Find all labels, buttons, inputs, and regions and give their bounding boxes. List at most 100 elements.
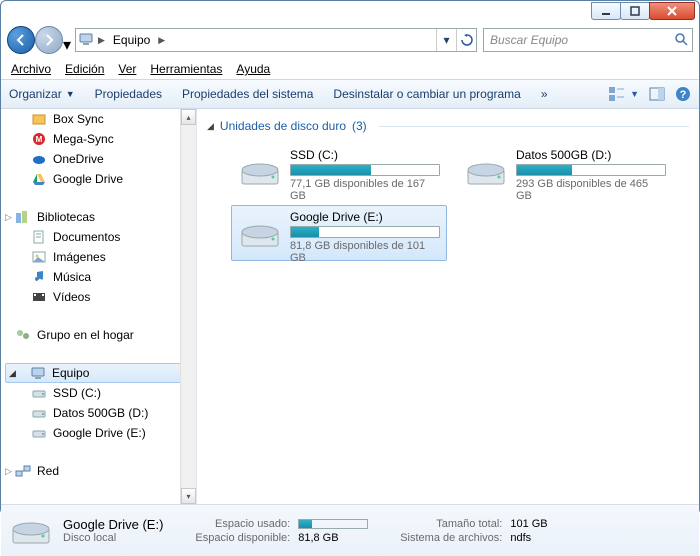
organize-button[interactable]: Organizar ▼ — [9, 87, 75, 101]
drive-icon — [31, 425, 47, 441]
drive-name: SSD (C:) — [290, 148, 440, 162]
drive-subtitle: 293 GB disponibles de 465 GB — [516, 178, 666, 202]
chevron-right-icon[interactable]: ▶ — [156, 35, 167, 46]
free-label: Espacio disponible: — [195, 532, 290, 544]
details-title: Google Drive (E:) — [63, 517, 163, 532]
details-title-block: Google Drive (E:) Disco local — [63, 517, 163, 544]
close-button[interactable] — [649, 2, 695, 20]
total-value: 101 GB — [510, 518, 547, 530]
gdrive-icon — [31, 171, 47, 187]
computer-icon — [30, 365, 46, 381]
sidebar-item-gdrive[interactable]: Google Drive — [1, 169, 196, 189]
window-titlebar — [1, 1, 699, 21]
expand-icon[interactable]: ◢ — [9, 368, 16, 379]
svg-text:M: M — [36, 135, 43, 144]
hdd-icon — [238, 148, 282, 192]
navigation-pane: Box Sync MMega-Sync OneDrive Google Driv… — [1, 109, 197, 504]
address-bar[interactable]: ▶ Equipo ▶ ▾ — [75, 28, 477, 52]
hdd-icon — [11, 511, 51, 551]
system-properties-button[interactable]: Propiedades del sistema — [182, 87, 313, 101]
minimize-button[interactable] — [591, 2, 621, 20]
history-dropdown-icon[interactable]: ▾ — [63, 35, 73, 55]
group-header[interactable]: ◢ Unidades de disco duro (3) — [205, 115, 691, 137]
box-icon — [31, 111, 47, 127]
collapse-icon[interactable]: ▷ — [5, 212, 12, 223]
free-value: 81,8 GB — [298, 532, 368, 544]
menu-bar: Archivo Edición Ver Herramientas Ayuda — [1, 59, 699, 79]
drive-list: SSD (C:) 77,1 GB disponibles de 167 GB D… — [205, 137, 691, 263]
network-icon — [15, 463, 31, 479]
refresh-button[interactable] — [456, 29, 476, 51]
address-dropdown-icon[interactable]: ▾ — [436, 29, 456, 51]
help-button[interactable]: ? — [675, 86, 691, 102]
search-placeholder: Buscar Equipo — [488, 33, 674, 47]
forward-button[interactable] — [35, 26, 63, 54]
computer-icon — [76, 32, 96, 49]
drive-item-d[interactable]: Datos 500GB (D:) 293 GB disponibles de 4… — [457, 143, 673, 199]
drive-name: Datos 500GB (D:) — [516, 148, 666, 162]
sidebar-item-drive-e[interactable]: Google Drive (E:) — [1, 423, 196, 443]
collapse-group-icon[interactable]: ◢ — [207, 121, 214, 132]
mega-icon: M — [31, 131, 47, 147]
search-box[interactable]: Buscar Equipo — [483, 28, 693, 52]
sidebar-header-libraries[interactable]: ▷Bibliotecas — [1, 207, 196, 227]
sidebar-header-homegroup[interactable]: Grupo en el hogar — [1, 325, 196, 345]
scroll-up-button[interactable]: ▴ — [181, 109, 196, 125]
drive-item-c[interactable]: SSD (C:) 77,1 GB disponibles de 167 GB — [231, 143, 447, 199]
videos-icon — [31, 289, 47, 305]
menu-edit[interactable]: Edición — [65, 62, 104, 76]
sidebar-item-drive-d[interactable]: Datos 500GB (D:) — [1, 403, 196, 423]
menu-tools[interactable]: Herramientas — [150, 62, 222, 76]
sidebar-item-documents[interactable]: Documentos — [1, 227, 196, 247]
preview-pane-button[interactable] — [649, 87, 665, 101]
drive-subtitle: 81,8 GB disponibles de 101 GB — [290, 240, 440, 264]
hdd-icon — [238, 210, 282, 254]
fs-label: Sistema de archivos: — [400, 532, 502, 544]
sidebar-item-music[interactable]: Música — [1, 267, 196, 287]
total-label: Tamaño total: — [400, 518, 502, 530]
hdd-icon — [464, 148, 508, 192]
content-pane: ◢ Unidades de disco duro (3) SSD (C:) 77… — [197, 109, 699, 504]
drive-item-e[interactable]: Google Drive (E:) 81,8 GB disponibles de… — [231, 205, 447, 261]
homegroup-icon — [15, 327, 31, 343]
sidebar-scrollbar[interactable]: ▴ ▾ — [180, 109, 196, 504]
sidebar-item-boxsync[interactable]: Box Sync — [1, 109, 196, 129]
sidebar-item-videos[interactable]: Vídeos — [1, 287, 196, 307]
menu-view[interactable]: Ver — [118, 62, 136, 76]
sidebar-item-onedrive[interactable]: OneDrive — [1, 149, 196, 169]
libraries-icon — [15, 209, 31, 225]
menu-file[interactable]: Archivo — [11, 62, 51, 76]
onedrive-icon — [31, 151, 47, 167]
sidebar-item-drive-c[interactable]: SSD (C:) — [1, 383, 196, 403]
collapse-icon[interactable]: ▷ — [5, 466, 12, 477]
properties-button[interactable]: Propiedades — [95, 87, 162, 101]
sidebar-header-computer[interactable]: ◢Equipo — [5, 363, 192, 383]
overflow-button[interactable]: » — [541, 87, 548, 101]
svg-text:?: ? — [680, 89, 687, 101]
uninstall-button[interactable]: Desinstalar o cambiar un programa — [333, 87, 520, 101]
capacity-bar — [290, 226, 440, 238]
drive-icon — [31, 405, 47, 421]
command-bar: Organizar ▼ Propiedades Propiedades del … — [1, 79, 699, 109]
drive-name: Google Drive (E:) — [290, 210, 440, 224]
back-button[interactable] — [7, 26, 35, 54]
sidebar-item-images[interactable]: Imágenes — [1, 247, 196, 267]
images-icon — [31, 249, 47, 265]
navigation-row: ▾ ▶ Equipo ▶ ▾ Buscar Equipo — [1, 21, 699, 59]
scroll-down-button[interactable]: ▾ — [181, 488, 196, 504]
maximize-button[interactable] — [620, 2, 650, 20]
view-mode-button[interactable]: ▼ — [608, 86, 639, 102]
capacity-bar — [290, 164, 440, 176]
details-subtitle: Disco local — [63, 532, 163, 544]
drive-icon — [31, 385, 47, 401]
documents-icon — [31, 229, 47, 245]
fs-value: ndfs — [510, 532, 547, 544]
search-icon[interactable] — [674, 32, 688, 49]
breadcrumb-segment[interactable]: Equipo — [107, 33, 156, 47]
chevron-right-icon[interactable]: ▶ — [96, 35, 107, 46]
sidebar-header-network[interactable]: ▷Red — [1, 461, 196, 481]
capacity-bar — [516, 164, 666, 176]
menu-help[interactable]: Ayuda — [236, 62, 270, 76]
sidebar-item-mega[interactable]: MMega-Sync — [1, 129, 196, 149]
used-label: Espacio usado: — [195, 518, 290, 530]
